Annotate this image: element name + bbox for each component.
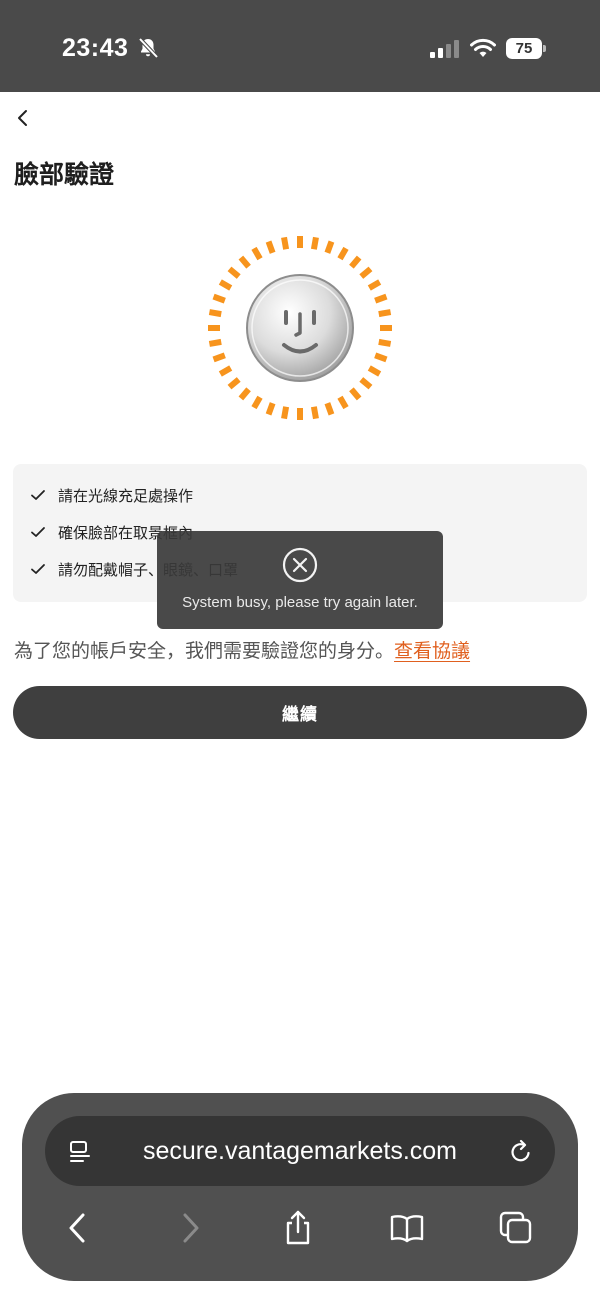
- scan-ring-tick: [218, 365, 233, 377]
- status-bar: 23:43 75: [0, 0, 600, 92]
- scan-ring-tick: [367, 279, 382, 291]
- close-circle-icon: [282, 547, 318, 583]
- agreement-message: 為了您的帳戶安全，我們需要驗證您的身分。: [14, 640, 395, 662]
- scan-ring-tick: [227, 266, 241, 279]
- back-icon[interactable]: [60, 1210, 96, 1246]
- tip-text: 請在光線充足處操作: [58, 486, 194, 505]
- scan-ring-tick: [212, 293, 226, 304]
- scan-ring-tick: [374, 293, 388, 304]
- reload-icon[interactable]: [508, 1139, 534, 1165]
- face-scan-icon: [208, 236, 392, 420]
- url-text[interactable]: secure.vantagemarkets.com: [45, 1116, 555, 1186]
- scan-ring-tick: [251, 246, 263, 261]
- scan-ring-tick: [227, 377, 241, 390]
- tabs-icon[interactable]: [498, 1210, 534, 1246]
- back-chevron-icon[interactable]: [12, 104, 36, 132]
- scan-ring-tick: [208, 338, 222, 347]
- error-toast: System busy, please try again later.: [157, 531, 443, 629]
- toast-message: System busy, please try again later.: [182, 594, 418, 611]
- page-menu-icon[interactable]: [67, 1139, 93, 1165]
- checkmark-icon: [31, 490, 45, 500]
- scan-ring-tick: [310, 236, 319, 250]
- scan-ring-tick: [281, 406, 290, 420]
- scan-ring-tick: [349, 387, 362, 401]
- scan-ring-tick: [349, 255, 362, 269]
- scan-ring-tick: [218, 279, 233, 291]
- checkmark-icon: [31, 527, 45, 537]
- scan-ring-tick: [281, 236, 290, 250]
- bell-slash-icon: [138, 37, 159, 59]
- checkmark-icon: [31, 564, 45, 574]
- scan-ring-tick: [337, 246, 349, 261]
- cellular-signal-icon: [430, 40, 459, 58]
- address-bar[interactable]: secure.vantagemarkets.com: [45, 1116, 555, 1186]
- wifi-icon: [470, 38, 496, 57]
- battery-indicator: 75: [506, 38, 546, 59]
- scan-ring-tick: [208, 309, 222, 318]
- scan-ring-tick: [359, 377, 373, 390]
- status-time: 23:43: [62, 34, 129, 62]
- scan-ring-tick: [238, 255, 251, 269]
- scan-ring-tick: [265, 402, 276, 416]
- scan-ring-tick: [238, 387, 251, 401]
- scan-ring-tick: [310, 406, 319, 420]
- battery-level: 75: [515, 40, 533, 57]
- view-agreement-link[interactable]: 查看協議: [394, 640, 470, 662]
- scan-ring-tick: [359, 266, 373, 279]
- scan-ring-tick: [374, 352, 388, 363]
- scan-ring-tick: [212, 352, 226, 363]
- browser-toolbar: secure.vantagemarkets.com: [22, 1093, 578, 1281]
- share-icon[interactable]: [280, 1210, 316, 1246]
- scan-ring-tick: [251, 395, 263, 410]
- scan-ring-tick: [337, 395, 349, 410]
- forward-icon[interactable]: [172, 1210, 208, 1246]
- page-title: 臉部驗證: [14, 160, 115, 189]
- scan-ring-tick: [324, 240, 335, 254]
- bookmarks-icon[interactable]: [389, 1210, 425, 1246]
- scan-ring-tick: [378, 338, 392, 347]
- tip-item: 請在光線充足處操作: [29, 483, 193, 507]
- scan-ring-tick: [265, 240, 276, 254]
- scan-ring-tick: [378, 309, 392, 318]
- continue-button[interactable]: 繼續: [13, 686, 587, 739]
- scan-ring-tick: [367, 365, 382, 377]
- agreement-text: 為了您的帳戶安全，我們需要驗證您的身分。查看協議: [14, 636, 470, 663]
- scan-ring-tick: [324, 402, 335, 416]
